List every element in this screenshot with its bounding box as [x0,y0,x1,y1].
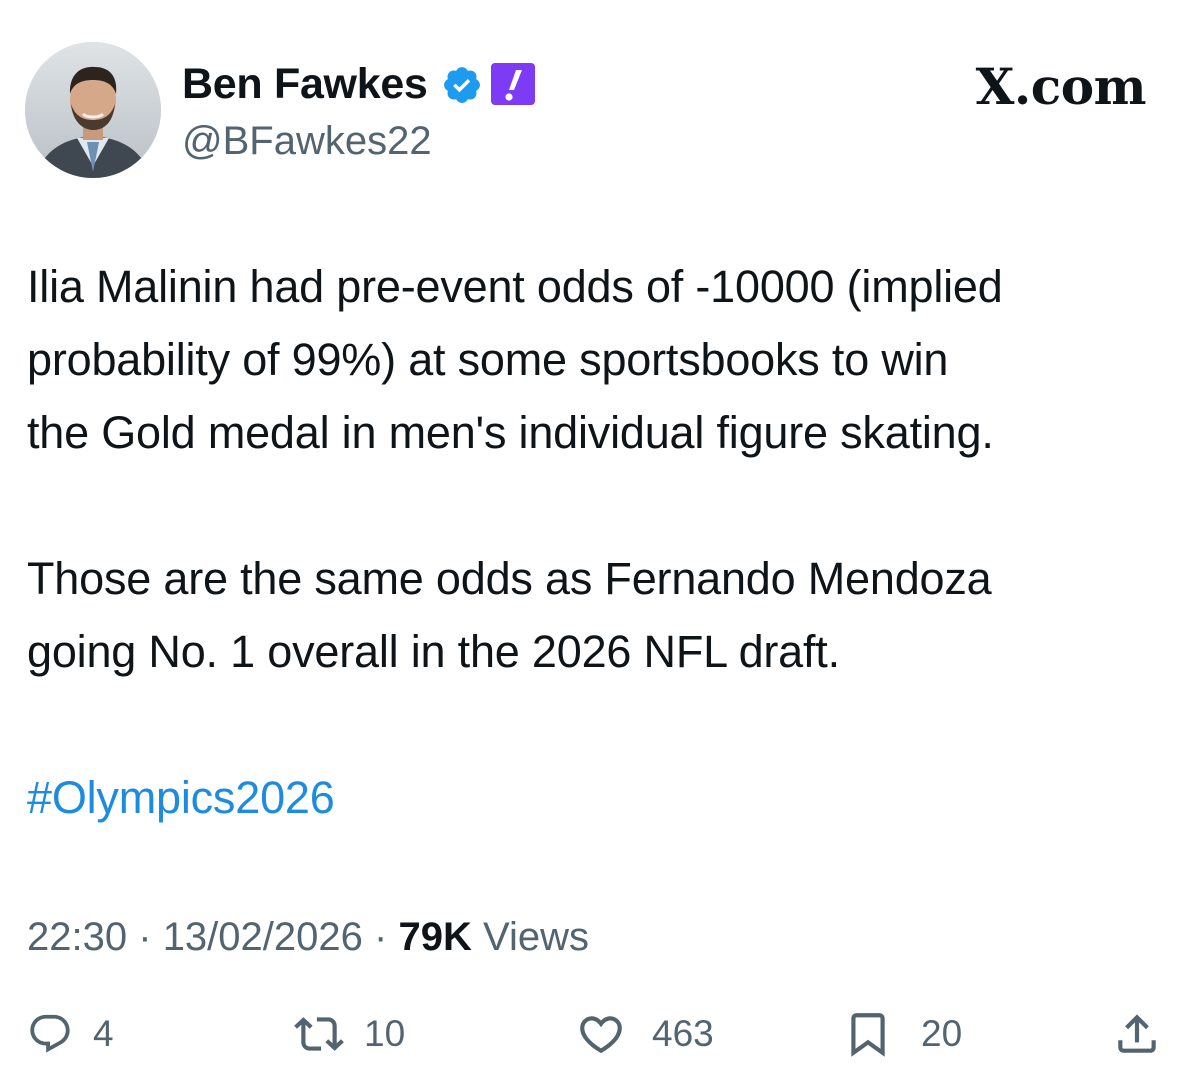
site-logo-text: X.com [975,57,1147,116]
share-icon [1118,1014,1156,1053]
tweet-meta: 22:30 · 13/02/2026 · 79K Views [27,910,589,964]
tweet-text: Ilia Malinin had pre-event odds of -1000… [27,250,1177,834]
tweet-line: Ilia Malinin had pre-event odds of -1000… [27,261,1003,312]
tweet-time[interactable]: 22:30 [27,915,127,959]
reply-count: 4 [93,1013,114,1054]
verified-badge-icon [444,67,480,103]
tweet-line: going No. 1 overall in the 2026 NFL draf… [27,626,840,677]
bookmark-count: 20 [921,1013,963,1054]
repost-count: 10 [364,1013,406,1054]
share-button[interactable] [1112,1006,1162,1062]
meta-separator: · [374,915,388,959]
tweet-line: the Gold medal in men's individual figur… [27,407,994,458]
display-name[interactable]: Ben Fawkes [182,58,428,110]
views-label: Views [482,915,589,959]
exclamation-badge-icon [491,63,535,105]
reply-button[interactable]: 4 [27,1006,114,1062]
handle[interactable]: @BFawkes22 [182,116,432,166]
repost-icon [294,1017,344,1051]
bookmark-button[interactable]: 20 [843,1006,962,1062]
meta-separator: · [138,915,152,959]
bookmark-icon [851,1013,885,1057]
avatar[interactable] [25,42,161,178]
reply-icon [30,1014,70,1053]
hashtag-link[interactable]: #Olympics2026 [27,761,1177,834]
like-button[interactable]: 463 [576,1006,714,1062]
action-bar: 4 10 463 20 [0,1006,1200,1066]
tweet-line: Those are the same odds as Fernando Mend… [27,553,992,604]
like-count: 463 [652,1013,714,1054]
heart-icon [580,1016,622,1054]
tweet-line: probability of 99%) at some sportsbooks … [27,334,949,385]
tweet-date[interactable]: 13/02/2026 [163,915,363,959]
views-count: 79K [398,915,472,959]
repost-button[interactable]: 10 [294,1006,405,1062]
avatar-image [25,42,161,178]
site-logo: X.com [975,57,1147,116]
